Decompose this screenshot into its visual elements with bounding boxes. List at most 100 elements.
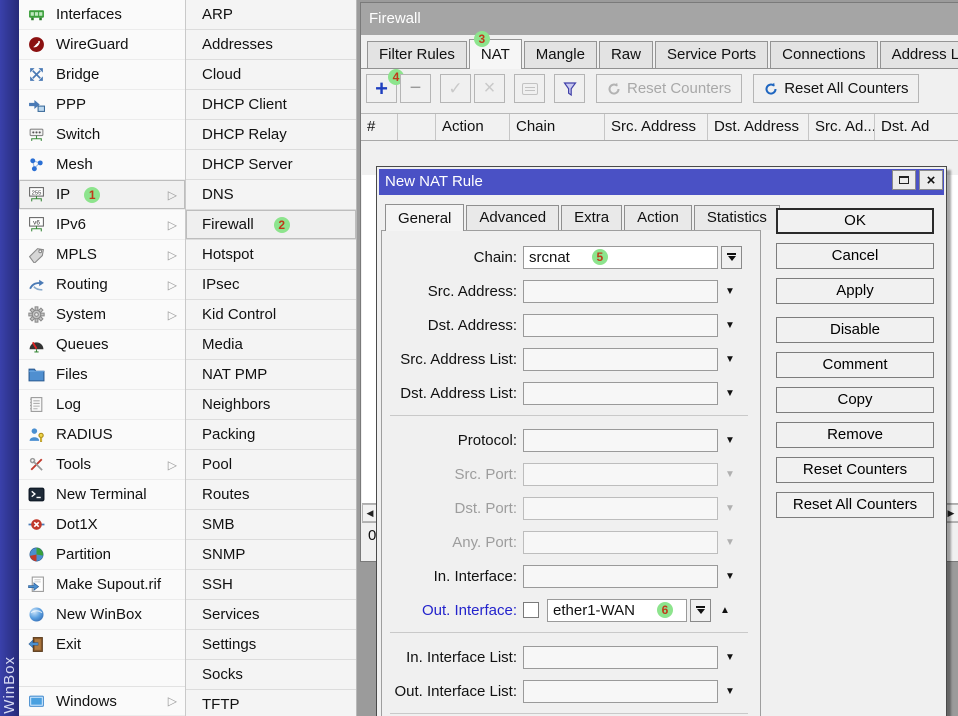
submenu-item[interactable]: ARP [186,0,356,30]
dialog-button[interactable]: OK [776,208,934,234]
submenu-item[interactable]: SMB [186,510,356,540]
dropdown-button[interactable] [721,246,742,269]
reset-counters-button[interactable]: Reset Counters [596,74,742,103]
menu-item[interactable]: Bridge [19,60,185,90]
submenu-item[interactable]: Media [186,330,356,360]
dialog-button[interactable]: Reset All Counters [776,492,934,518]
filter-button[interactable] [554,74,585,103]
firewall-tab[interactable]: Raw [599,41,653,68]
dialog-tab[interactable]: General [385,204,464,231]
dropdown-arrow-icon[interactable]: ▼ [725,571,735,582]
dropdown-arrow-icon[interactable]: ▼ [725,652,735,663]
submenu-item[interactable]: TFTP [186,690,356,716]
submenu-item[interactable]: DHCP Client [186,90,356,120]
firewall-tab[interactable]: Mangle [524,41,597,68]
menu-item[interactable]: PPP [19,90,185,120]
firewall-tab[interactable]: Connections [770,41,877,68]
menu-item[interactable]: System ▷ [19,300,185,330]
submenu-item[interactable]: Socks [186,660,356,690]
column-header[interactable]: Action [436,114,510,140]
add-button[interactable]: + 4 [366,74,397,103]
dropdown-arrow-icon[interactable]: ▼ [725,388,735,399]
dialog-button[interactable]: Cancel [776,243,934,269]
submenu-item[interactable]: Cloud [186,60,356,90]
menu-item[interactable]: Dot1X [19,510,185,540]
field-input[interactable] [523,348,718,371]
menu-item[interactable]: Make Supout.rif [19,570,185,600]
column-header[interactable]: Dst. Ad [875,114,958,140]
dropdown-arrow-icon[interactable]: ▼ [725,503,735,514]
dropdown-arrow-icon[interactable]: ▼ [725,686,735,697]
column-header[interactable]: Chain [510,114,605,140]
collapse-arrow-icon[interactable]: ▲ [720,605,730,616]
submenu-item[interactable]: Routes [186,480,356,510]
menu-item[interactable]: Routing ▷ [19,270,185,300]
dropdown-arrow-icon[interactable]: ▼ [725,286,735,297]
submenu-item[interactable]: NAT PMP [186,360,356,390]
dropdown-arrow-icon[interactable]: ▼ [725,320,735,331]
firewall-titlebar[interactable]: Firewall [361,3,958,35]
close-button[interactable]: × [919,170,943,190]
menu-item[interactable]: Queues [19,330,185,360]
submenu-item[interactable]: SSH [186,570,356,600]
dialog-tab[interactable]: Extra [561,205,622,230]
field-input[interactable] [523,429,718,452]
dialog-button[interactable]: Copy [776,387,934,413]
dropdown-arrow-icon[interactable]: ▼ [725,354,735,365]
field-input[interactable] [523,314,718,337]
dialog-button[interactable]: Disable [776,317,934,343]
menu-item[interactable]: v6 IPv6 ▷ [19,210,185,240]
dialog-button[interactable]: Apply [776,278,934,304]
menu-item[interactable]: Mesh [19,150,185,180]
field-input[interactable] [523,680,718,703]
dropdown-arrow-icon[interactable]: ▼ [725,537,735,548]
submenu-item[interactable]: Addresses [186,30,356,60]
submenu-item[interactable]: IPsec [186,270,356,300]
menu-item[interactable]: Exit [19,630,185,660]
menu-item[interactable]: New WinBox [19,600,185,630]
column-header[interactable]: # [361,114,398,140]
dialog-tab[interactable]: Statistics [694,205,780,230]
disable-button[interactable]: × [474,74,505,103]
submenu-item[interactable]: SNMP [186,540,356,570]
menu-item[interactable]: Log [19,390,185,420]
maximize-button[interactable] [892,170,916,190]
submenu-item[interactable]: Hotspot [186,240,356,270]
firewall-tab[interactable]: Service Ports [655,41,768,68]
submenu-item[interactable]: Firewall 2 [186,210,356,240]
dialog-tab[interactable]: Action [624,205,692,230]
field-input[interactable] [523,646,718,669]
submenu-item[interactable]: Packing [186,420,356,450]
submenu-item[interactable]: Neighbors [186,390,356,420]
submenu-item[interactable]: Settings [186,630,356,660]
dropdown-button[interactable] [690,599,711,622]
menu-item[interactable]: RADIUS [19,420,185,450]
submenu-item[interactable]: Services [186,600,356,630]
dropdown-arrow-icon[interactable]: ▼ [725,435,735,446]
field-input[interactable] [523,280,718,303]
column-header[interactable]: Dst. Address [708,114,809,140]
enable-button[interactable]: ✓ [440,74,471,103]
remove-button[interactable]: − [400,74,431,103]
submenu-item[interactable]: Pool [186,450,356,480]
column-header[interactable]: Src. Address [605,114,708,140]
menu-item[interactable]: Switch [19,120,185,150]
submenu-item[interactable]: DNS [186,180,356,210]
menu-item[interactable]: MPLS ▷ [19,240,185,270]
column-header[interactable] [398,114,436,140]
dialog-button[interactable]: Reset Counters [776,457,934,483]
submenu-item[interactable]: DHCP Server [186,150,356,180]
menu-item[interactable]: 255 IP 1 ▷ [19,180,185,210]
dialog-tab[interactable]: Advanced [466,205,559,230]
comment-button[interactable] [514,74,545,103]
field-input[interactable] [523,531,718,554]
firewall-tab[interactable]: 3 NAT [469,39,522,69]
menu-item[interactable]: Tools ▷ [19,450,185,480]
column-header[interactable]: Src. Ad... [809,114,875,140]
dialog-button[interactable]: Remove [776,422,934,448]
dialog-titlebar[interactable]: New NAT Rule [379,169,944,195]
dropdown-arrow-icon[interactable]: ▼ [725,469,735,480]
enable-checkbox[interactable] [523,602,539,618]
submenu-item[interactable]: DHCP Relay [186,120,356,150]
menu-item[interactable]: Interfaces [19,0,185,30]
